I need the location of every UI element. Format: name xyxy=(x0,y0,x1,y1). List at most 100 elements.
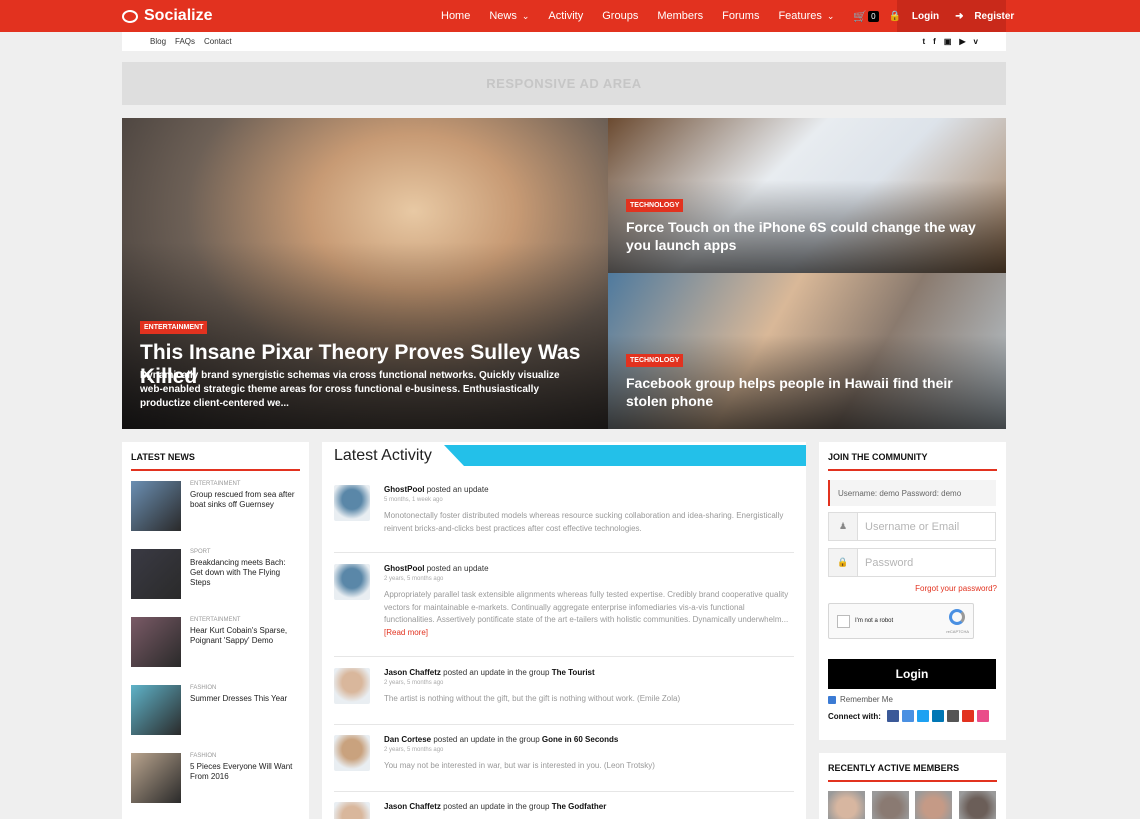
cart-button[interactable]: 🛒 0 xyxy=(853,10,879,23)
hero-top-story[interactable]: TECHNOLOGY Force Touch on the iPhone 6S … xyxy=(608,118,1006,273)
news-thumbnail[interactable] xyxy=(131,617,181,667)
activity-time[interactable]: 2 years, 5 months ago xyxy=(384,576,443,582)
activity-user[interactable]: Dan Cortese xyxy=(384,735,431,744)
activity-group[interactable]: Gone in 60 Seconds xyxy=(542,735,618,744)
twitter-icon[interactable] xyxy=(916,710,929,722)
activity-action: posted an update xyxy=(426,485,489,494)
facebook-icon[interactable]: f xyxy=(933,37,936,46)
google-icon[interactable] xyxy=(901,710,914,722)
nav-item-groups[interactable]: Groups xyxy=(602,10,638,22)
link-faqs[interactable]: FAQs xyxy=(175,37,195,46)
nav-item-activity[interactable]: Activity xyxy=(548,10,583,22)
activity-user[interactable]: Jason Chaffetz xyxy=(384,802,441,811)
register-link[interactable]: ➜ Register xyxy=(951,11,1018,22)
activity-action: posted an update in the group xyxy=(433,735,540,744)
news-item[interactable]: SPORT Breakdancing meets Bach: Get down w… xyxy=(131,549,299,599)
news-title[interactable]: Hear Kurt Cobain's Sparse, Poignant 'Sap… xyxy=(190,626,300,646)
username-field[interactable]: ♟ xyxy=(828,512,996,541)
hero-top-title[interactable]: Force Touch on the iPhone 6S could chang… xyxy=(626,218,986,254)
remember-me[interactable]: Remember Me xyxy=(828,695,893,704)
activity-group[interactable]: The Godfather xyxy=(552,802,607,811)
read-more-link[interactable]: [Read more] xyxy=(384,628,428,637)
news-title[interactable]: Group rescued from sea after boat sinks … xyxy=(190,490,300,510)
recaptcha-checkbox[interactable] xyxy=(837,615,850,628)
login-button[interactable]: Login xyxy=(828,659,996,689)
category-tag[interactable]: TECHNOLOGY xyxy=(626,199,684,212)
news-thumbnail[interactable] xyxy=(131,685,181,735)
nav-item-features[interactable]: Features ⌄ xyxy=(778,10,834,22)
activity-time[interactable]: 2 years, 5 months ago xyxy=(384,680,443,686)
nav-label: Activity xyxy=(548,10,584,22)
link-contact[interactable]: Contact xyxy=(204,37,232,46)
news-category[interactable]: FASHION xyxy=(190,685,216,691)
nav-label: Features xyxy=(778,10,822,22)
forgot-password-link[interactable]: Forgot your password? xyxy=(915,584,997,593)
nav-item-members[interactable]: Members xyxy=(657,10,703,22)
odnoklassniki-icon[interactable] xyxy=(961,710,974,722)
chevron-down-icon: ⌄ xyxy=(521,10,530,21)
ad-area[interactable]: RESPONSIVE AD AREA xyxy=(122,62,1006,105)
member-avatar[interactable] xyxy=(959,791,996,819)
news-thumbnail[interactable] xyxy=(131,481,181,531)
news-thumbnail[interactable] xyxy=(131,753,181,803)
password-field[interactable]: 🔒 xyxy=(828,548,996,577)
activity-group[interactable]: The Tourist xyxy=(552,668,595,677)
password-input[interactable] xyxy=(865,555,991,570)
activity-text-body: Appropriately parallel task extensible a… xyxy=(384,590,789,624)
link-blog[interactable]: Blog xyxy=(150,37,166,46)
hero-main-story[interactable]: ENTERTAINMENT This Insane Pixar Theory P… xyxy=(122,118,608,429)
news-title[interactable]: Summer Dresses This Year xyxy=(190,694,300,704)
facebook-icon[interactable] xyxy=(886,710,899,722)
latest-news-panel: LATEST NEWS ENTERTAINMENT Group rescued f… xyxy=(122,442,309,819)
activity-user[interactable]: GhostPool xyxy=(384,485,424,494)
news-title[interactable]: 5 Pieces Everyone Will Want From 2016 xyxy=(190,762,300,782)
demo-credentials-hint: Username: demo Password: demo xyxy=(828,480,996,506)
activity-time[interactable]: 5 months, 1 week ago xyxy=(384,497,443,503)
news-category[interactable]: ENTERTAINMENT xyxy=(190,617,240,623)
remember-checkbox[interactable] xyxy=(828,695,836,704)
login-link[interactable]: 🔒 Login xyxy=(885,11,943,22)
news-category[interactable]: ENTERTAINMENT xyxy=(190,481,240,487)
activity-user[interactable]: Jason Chaffetz xyxy=(384,668,441,677)
news-item[interactable]: ENTERTAINMENT Hear Kurt Cobain's Sparse, … xyxy=(131,617,299,667)
hero-bottom-story[interactable]: TECHNOLOGY Facebook group helps people i… xyxy=(608,273,1006,429)
instagram-icon[interactable] xyxy=(946,710,959,722)
vine-icon[interactable]: v xyxy=(974,37,978,46)
dribbble-icon[interactable] xyxy=(976,710,989,722)
category-tag[interactable]: ENTERTAINMENT xyxy=(140,321,208,334)
avatar[interactable] xyxy=(334,485,370,521)
member-avatar[interactable] xyxy=(828,791,865,819)
activity-panel: Latest Activity GhostPool posted an upda… xyxy=(322,442,806,819)
youtube-icon[interactable]: ▶ xyxy=(959,37,965,46)
category-tag[interactable]: TECHNOLOGY xyxy=(626,354,684,367)
news-item[interactable]: FASHION Summer Dresses This Year xyxy=(131,685,299,735)
recaptcha-widget: I'm not a robot reCAPTCHA xyxy=(828,603,974,639)
avatar[interactable] xyxy=(334,564,370,600)
activity-meta: GhostPool posted an update xyxy=(384,564,489,573)
news-category[interactable]: FASHION xyxy=(190,753,216,759)
member-avatar[interactable] xyxy=(915,791,952,819)
latest-news-heading: LATEST NEWS xyxy=(131,452,300,471)
news-category[interactable]: SPORT xyxy=(190,549,211,555)
nav-item-home[interactable]: Home xyxy=(441,10,470,22)
news-item[interactable]: ENTERTAINMENT Group rescued from sea afte… xyxy=(131,481,299,531)
remember-label: Remember Me xyxy=(840,695,893,704)
username-input[interactable] xyxy=(865,519,991,534)
brand-logo[interactable]: Socialize xyxy=(122,0,212,32)
login-link-label: Login xyxy=(911,10,940,22)
avatar[interactable] xyxy=(334,802,370,819)
member-avatar[interactable] xyxy=(872,791,909,819)
news-title[interactable]: Breakdancing meets Bach: Get down with T… xyxy=(190,558,300,588)
activity-user[interactable]: GhostPool xyxy=(384,564,424,573)
twitter-icon[interactable]: t xyxy=(922,37,925,46)
linkedin-icon[interactable] xyxy=(931,710,944,722)
hero-bottom-title[interactable]: Facebook group helps people in Hawaii fi… xyxy=(626,374,986,410)
activity-time[interactable]: 2 years, 5 months ago xyxy=(384,747,443,753)
news-item[interactable]: FASHION 5 Pieces Everyone Will Want From … xyxy=(131,753,299,803)
avatar[interactable] xyxy=(334,735,370,771)
avatar[interactable] xyxy=(334,668,370,704)
instagram-icon[interactable]: ▣ xyxy=(944,37,952,46)
news-thumbnail[interactable] xyxy=(131,549,181,599)
nav-item-news[interactable]: News ⌄ xyxy=(489,10,529,22)
nav-item-forums[interactable]: Forums xyxy=(722,10,759,22)
